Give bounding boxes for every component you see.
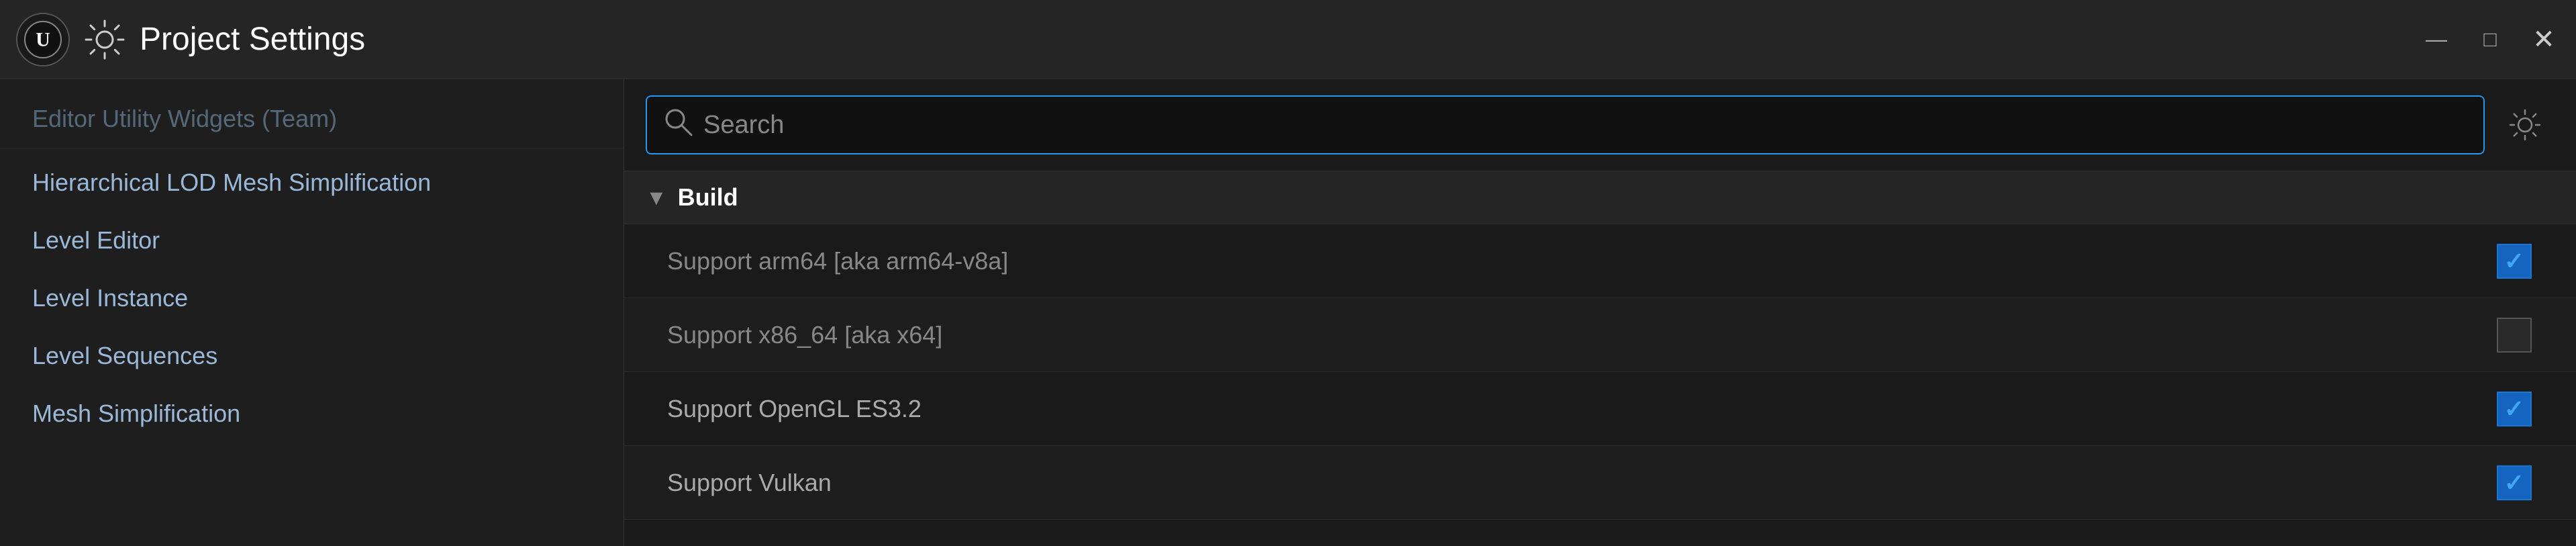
row-label-arm64: Support arm64 [aka arm64-v8a] xyxy=(667,247,2495,275)
checkbox-checked-opengl: ✓ xyxy=(2497,392,2532,426)
checkbox-checked-arm64: ✓ xyxy=(2497,244,2532,279)
close-button[interactable]: ✕ xyxy=(2528,24,2560,56)
search-icon xyxy=(663,107,693,143)
svg-text:U: U xyxy=(36,28,50,50)
checkbox-opengl[interactable]: ✓ xyxy=(2495,390,2533,428)
sidebar-item-mesh-simplification[interactable]: Mesh Simplification xyxy=(0,385,624,443)
checkbox-unchecked-x86 xyxy=(2497,318,2532,353)
search-input[interactable] xyxy=(703,111,2467,140)
sidebar-item-level-editor[interactable]: Level Editor xyxy=(0,212,624,269)
window-controls: — □ ✕ xyxy=(2420,24,2560,56)
settings-row-x86: Support x86_64 [aka x64] xyxy=(624,298,2576,372)
settings-row-arm64: Support arm64 [aka arm64-v8a] ✓ xyxy=(624,224,2576,298)
build-section-header[interactable]: ▼ Build xyxy=(624,171,2576,224)
settings-row-opengl: Support OpenGL ES3.2 ✓ xyxy=(624,372,2576,446)
section-chevron-icon: ▼ xyxy=(646,185,667,210)
right-panel: ▼ Build Support arm64 [aka arm64-v8a] ✓ … xyxy=(624,79,2576,546)
checkbox-arm64[interactable]: ✓ xyxy=(2495,242,2533,280)
checkbox-checked-vulkan: ✓ xyxy=(2497,465,2532,500)
maximize-button[interactable]: □ xyxy=(2474,24,2506,56)
window-title: Project Settings xyxy=(140,21,2420,58)
title-bar: U Project Settings — □ ✕ xyxy=(0,0,2576,79)
row-label-vulkan: Support Vulkan xyxy=(667,469,2495,497)
minimize-button[interactable]: — xyxy=(2420,24,2453,56)
checkbox-x86[interactable] xyxy=(2495,316,2533,354)
sidebar-item-level-sequences[interactable]: Level Sequences xyxy=(0,327,624,385)
row-label-x86: Support x86_64 [aka x64] xyxy=(667,321,2495,349)
main-content: Editor Utility Widgets (Team) Hierarchic… xyxy=(0,79,2576,546)
section-title: Build xyxy=(678,183,738,212)
settings-gear-icon xyxy=(83,18,126,61)
search-area xyxy=(624,79,2576,171)
sidebar-item-hierarchical-lod[interactable]: Hierarchical LOD Mesh Simplification xyxy=(0,154,624,212)
row-label-opengl: Support OpenGL ES3.2 xyxy=(667,395,2495,423)
sidebar-item-level-instance[interactable]: Level Instance xyxy=(0,269,624,327)
sidebar: Editor Utility Widgets (Team) Hierarchic… xyxy=(0,79,624,546)
search-bar-wrapper xyxy=(646,95,2485,154)
sidebar-item-editor-utility-widgets[interactable]: Editor Utility Widgets (Team) xyxy=(0,90,624,148)
settings-gear-button[interactable] xyxy=(2495,95,2555,154)
settings-row-vulkan: Support Vulkan ✓ xyxy=(624,446,2576,520)
ue-logo: U xyxy=(16,13,70,66)
checkbox-vulkan[interactable]: ✓ xyxy=(2495,464,2533,502)
settings-content: ▼ Build Support arm64 [aka arm64-v8a] ✓ … xyxy=(624,171,2576,546)
